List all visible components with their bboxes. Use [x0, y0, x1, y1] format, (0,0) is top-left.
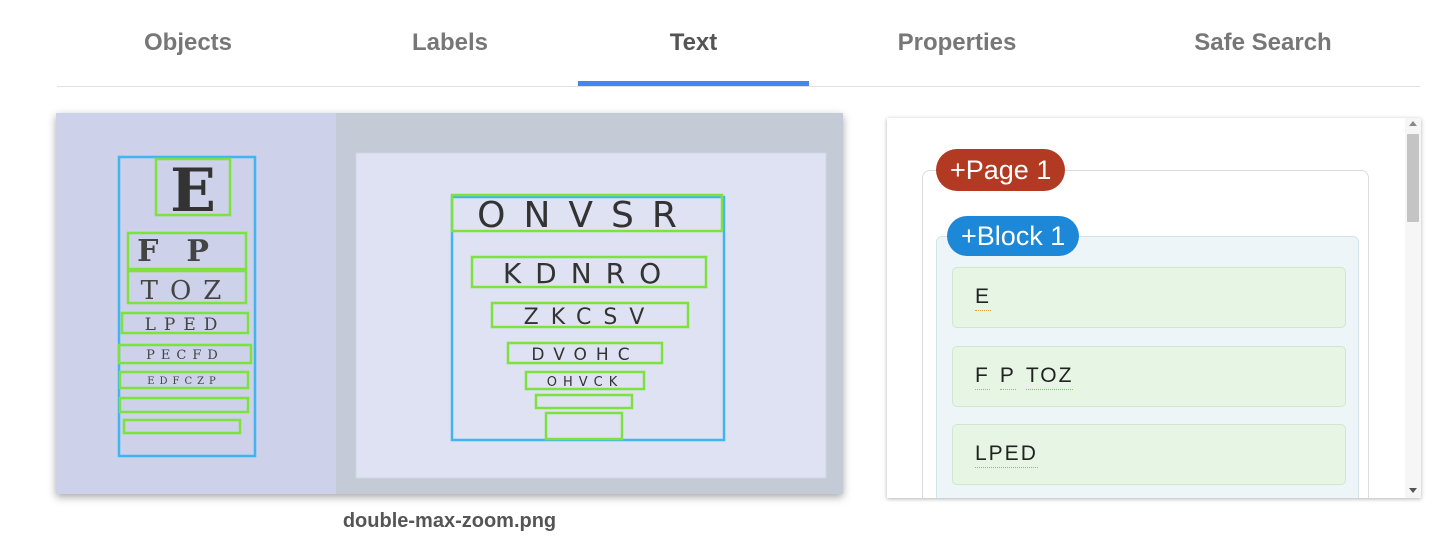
- svg-text:LPED: LPED: [145, 315, 226, 335]
- tab-objects[interactable]: Objects: [98, 0, 278, 86]
- svg-text:EDFCZP: EDFCZP: [147, 376, 221, 387]
- page-toggle-button[interactable]: +Page 1: [936, 149, 1066, 191]
- tab-safe-search[interactable]: Safe Search: [1157, 0, 1369, 86]
- eye-chart-photo: E FP TOZ LPED PECFD EDFCZP ONVSR KDNRO Z…: [56, 113, 843, 494]
- svg-text:KDNRO: KDNRO: [503, 257, 675, 290]
- active-tab-indicator: [578, 81, 809, 86]
- svg-text:PECFD: PECFD: [146, 348, 224, 363]
- scroll-up-arrow-icon[interactable]: [1409, 121, 1417, 126]
- tab-text[interactable]: Text: [578, 0, 809, 86]
- svg-text:ONVSR: ONVSR: [477, 195, 695, 236]
- tab-properties[interactable]: Properties: [857, 0, 1057, 86]
- scroll-down-arrow-icon[interactable]: [1409, 488, 1417, 493]
- svg-text:FP: FP: [137, 234, 237, 269]
- svg-text:ZKCSV: ZKCSV: [524, 305, 657, 330]
- svg-text:TOZ: TOZ: [141, 276, 234, 306]
- word: TOZ: [1025, 364, 1074, 390]
- svg-text:OHVCK: OHVCK: [547, 375, 624, 390]
- word: E: [975, 285, 992, 311]
- paragraph-item[interactable]: E: [952, 267, 1346, 328]
- scroll-thumb[interactable]: [1407, 134, 1419, 222]
- block-toggle-button[interactable]: +Block 1: [947, 216, 1080, 256]
- scrollbar[interactable]: [1405, 118, 1421, 498]
- paragraph-item[interactable]: LPED: [952, 424, 1346, 485]
- text-results-panel[interactable]: +Page 1 +Block 1 E F P TOZ LPED: [887, 118, 1421, 498]
- word: P: [999, 364, 1016, 390]
- word: LPED: [975, 442, 1038, 468]
- word: F: [975, 364, 990, 390]
- tab-labels[interactable]: Labels: [360, 0, 540, 86]
- svg-text:E: E: [170, 156, 216, 226]
- svg-text:DVOHC: DVOHC: [531, 345, 638, 365]
- image-filename: double-max-zoom.png: [342, 510, 557, 532]
- analyzed-image: E FP TOZ LPED PECFD EDFCZP ONVSR KDNRO Z…: [56, 113, 843, 494]
- tab-bar: Objects Labels Text Properties Safe Sear…: [57, 0, 1420, 87]
- paragraph-item[interactable]: F P TOZ: [952, 346, 1346, 407]
